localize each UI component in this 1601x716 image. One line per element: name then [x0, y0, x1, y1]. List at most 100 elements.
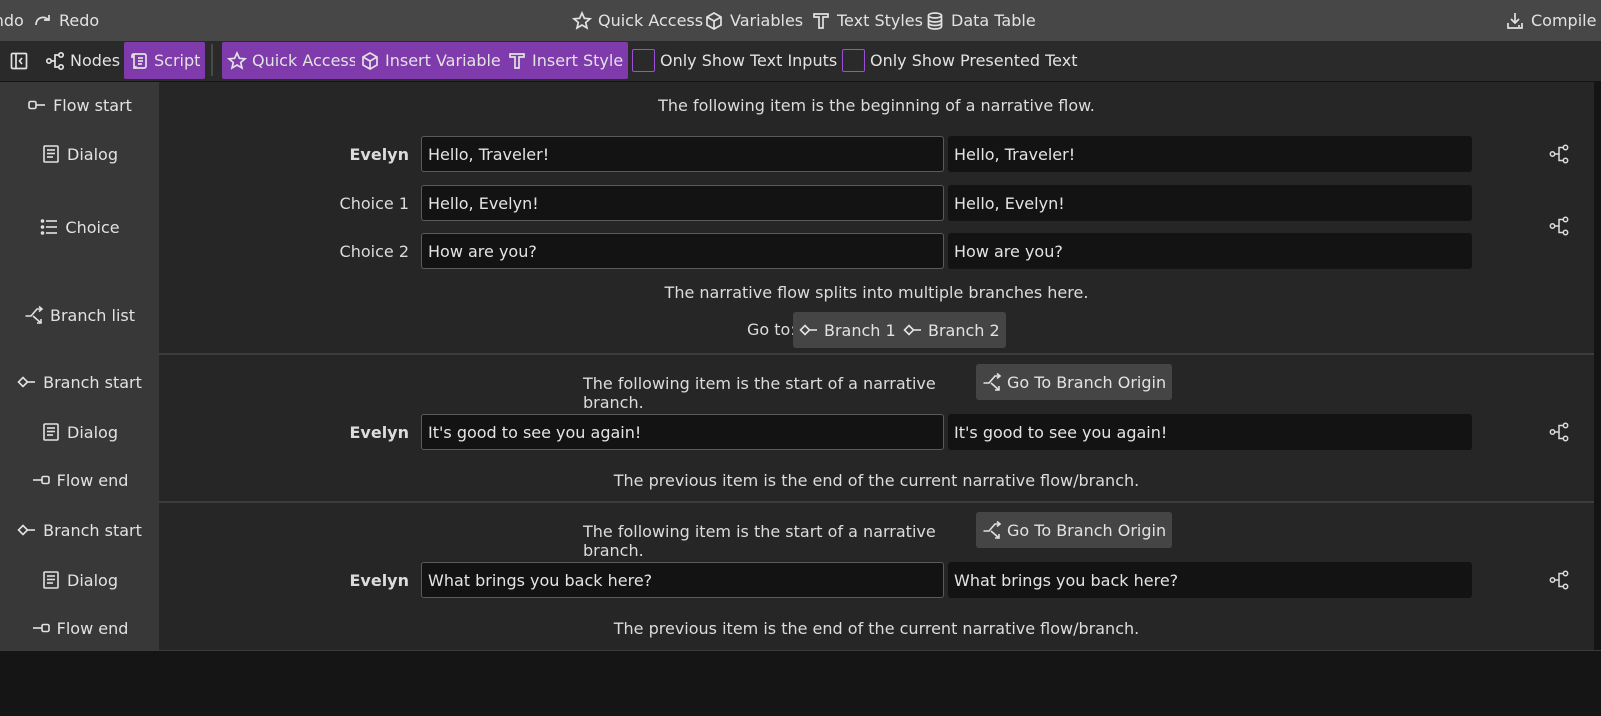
only-text-inputs-label: Only Show Text Inputs: [660, 51, 838, 70]
sidebar-item-label: Flow end: [56, 470, 129, 490]
compile-button[interactable]: Compile: [1505, 0, 1596, 41]
dialog-text-preview: What brings you back here?: [948, 562, 1472, 598]
branch-list-icon: [982, 520, 1002, 540]
star-icon: [227, 50, 247, 71]
sidebar-item-branch-start[interactable]: Branch start: [0, 367, 159, 397]
sidebar-item-label: Dialog: [67, 422, 118, 442]
dialog-icon: [41, 144, 61, 164]
toolbar: Nodes Script Quick Access Insert Variabl…: [0, 41, 1601, 81]
dialog-text-input[interactable]: Hello, Traveler!: [421, 136, 944, 172]
nodes-icon: [1548, 569, 1570, 591]
choice-label: Choice 1: [339, 194, 409, 213]
flow-end-description: The previous item is the end of the curr…: [613, 471, 1140, 490]
go-to-origin-label: Go To Branch Origin: [1007, 520, 1167, 540]
branch-list-icon: [24, 305, 44, 325]
text-styles-label: Text Styles: [837, 11, 923, 30]
only-show-text-inputs-toggle[interactable]: Only Show Text Inputs: [627, 42, 842, 79]
data-table-menu[interactable]: Data Table: [925, 0, 1036, 41]
cube-icon: [704, 11, 724, 31]
quick-access-button[interactable]: Quick Access: [222, 42, 363, 79]
sidebar-item-flow-end[interactable]: Flow end: [0, 465, 159, 495]
flow-end-description: The previous item is the end of the curr…: [613, 619, 1140, 638]
text-style-icon: [507, 51, 527, 71]
dialog-icon: [41, 570, 61, 590]
sidebar-item-label: Dialog: [67, 570, 118, 590]
speaker-label: Evelyn: [349, 423, 409, 442]
menu-bar: Undo Redo Quick Access Variables Text St…: [0, 0, 1601, 41]
sidebar-item-dialog[interactable]: Dialog: [0, 417, 159, 447]
sidebar-item-dialog[interactable]: Dialog: [0, 565, 159, 595]
sidebar-item-choice[interactable]: Choice: [0, 212, 159, 242]
sidebar-item-label: Branch start: [43, 520, 142, 540]
bottom-panel: [0, 650, 1601, 716]
sidebar-item-label: Branch start: [43, 372, 142, 392]
nodes-icon: [45, 51, 65, 71]
text-inputs-checkbox[interactable]: [632, 49, 655, 72]
branch-2-label: Branch 2: [928, 320, 1000, 340]
branch-list-icon: [982, 372, 1002, 392]
insert-variable-button[interactable]: Insert Variable: [355, 42, 506, 79]
choice-text-input[interactable]: Hello, Evelyn!: [421, 185, 944, 221]
sidebar-toggle-icon: [9, 51, 29, 71]
sidebar-item-branch-list[interactable]: Branch list: [0, 300, 159, 330]
sidebar-item-flow-start[interactable]: Flow start: [0, 90, 159, 120]
toolbar-separator: [211, 44, 213, 76]
sidebar-item-label: Branch list: [49, 305, 136, 325]
branch-start-icon: [17, 372, 37, 392]
text-styles-menu[interactable]: Text Styles: [811, 0, 923, 41]
dialog-text-input[interactable]: What brings you back here?: [421, 562, 944, 598]
sidebar-item-label: Flow start: [53, 95, 132, 115]
only-show-presented-text-toggle[interactable]: Only Show Presented Text: [837, 42, 1082, 79]
variables-label: Variables: [730, 11, 804, 30]
toggle-sidebar-button[interactable]: [4, 42, 34, 79]
choice-icon: [39, 217, 59, 237]
choice-text-input[interactable]: How are you?: [421, 233, 944, 269]
branch-1-label: Branch 1: [824, 320, 896, 340]
dialog-text-input[interactable]: It's good to see you again!: [421, 414, 944, 450]
open-node-button[interactable]: [1548, 215, 1570, 237]
insert-style-label: Insert Style: [532, 51, 624, 70]
text-style-icon: [811, 11, 831, 31]
nodes-tab[interactable]: Nodes: [40, 42, 125, 79]
redo-button[interactable]: Redo: [33, 0, 99, 41]
quick-access-menu[interactable]: Quick Access: [572, 0, 703, 41]
download-icon: [1505, 11, 1525, 31]
sidebar-item-flow-end[interactable]: Flow end: [0, 613, 159, 643]
goto-label: Go to:: [747, 320, 796, 339]
choice-text-preview: Hello, Evelyn!: [948, 185, 1472, 221]
script-tab[interactable]: Script: [124, 42, 206, 79]
undo-button[interactable]: Undo: [0, 0, 24, 41]
compile-label: Compile: [1531, 11, 1597, 30]
quick-access-label: Quick Access: [252, 51, 358, 70]
dialog-icon: [41, 422, 61, 442]
nodes-label: Nodes: [70, 51, 121, 70]
insert-style-button[interactable]: Insert Style: [502, 42, 629, 79]
dialog-text-preview: Hello, Traveler!: [948, 136, 1472, 172]
nodes-icon: [1548, 143, 1570, 165]
goto-branch-2-button[interactable]: Branch 2: [897, 312, 1006, 348]
choice-label: Choice 2: [339, 242, 409, 261]
database-icon: [925, 11, 945, 31]
flow-start-description: The following item is the beginning of a…: [658, 96, 1095, 115]
flow-end-icon: [31, 470, 51, 490]
redo-icon: [33, 11, 53, 31]
go-to-origin-label: Go To Branch Origin: [1007, 372, 1167, 392]
sidebar-item-branch-start[interactable]: Branch start: [0, 515, 159, 545]
branch-start-icon: [17, 520, 37, 540]
goto-branch-1-button[interactable]: Branch 1: [793, 312, 902, 348]
section-divider: [159, 353, 1594, 355]
open-node-button[interactable]: [1548, 143, 1570, 165]
quick-access-label: Quick Access: [598, 11, 704, 30]
open-node-button[interactable]: [1548, 421, 1570, 443]
open-node-button[interactable]: [1548, 569, 1570, 591]
variables-menu[interactable]: Variables: [704, 0, 803, 41]
go-to-branch-origin-button[interactable]: Go To Branch Origin: [976, 512, 1173, 548]
presented-text-checkbox[interactable]: [842, 49, 865, 72]
speaker-label: Evelyn: [349, 145, 409, 164]
flow-start-icon: [27, 95, 47, 115]
sidebar-item-label: Choice: [65, 217, 120, 237]
nodes-icon: [1548, 215, 1570, 237]
star-icon: [572, 10, 592, 31]
sidebar-item-dialog[interactable]: Dialog: [0, 139, 159, 169]
go-to-branch-origin-button[interactable]: Go To Branch Origin: [976, 364, 1173, 400]
